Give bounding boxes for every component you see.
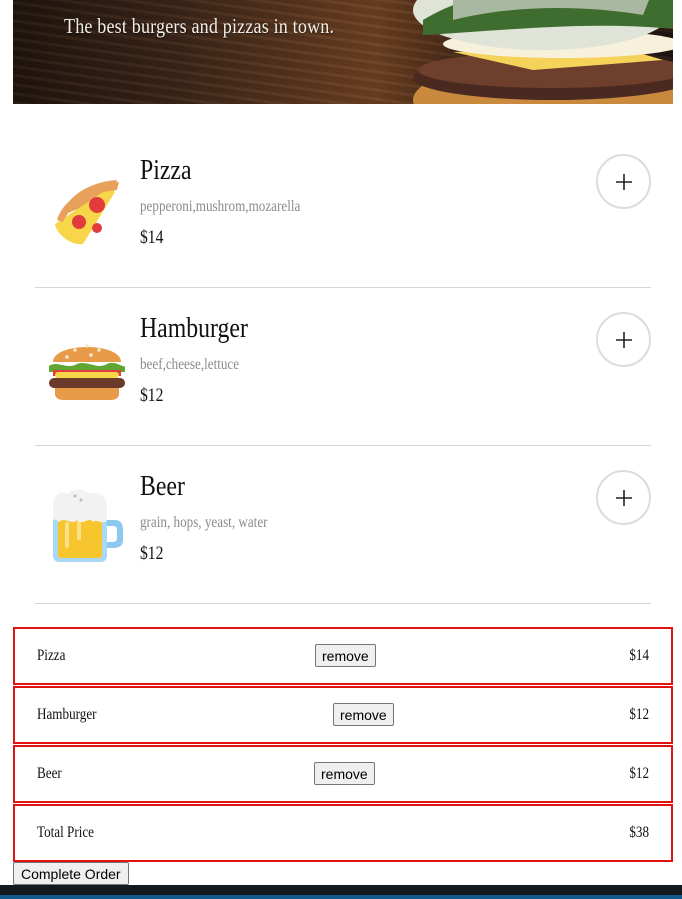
plus-icon bbox=[615, 331, 632, 348]
cart-item-price: $12 bbox=[629, 706, 649, 723]
hero-subtitle: The best burgers and pizzas in town. bbox=[64, 14, 335, 38]
menu-item-price: $12 bbox=[140, 543, 164, 564]
menu-item-description: grain, hops, yeast, water bbox=[140, 514, 268, 531]
remove-pizza-button[interactable]: remove bbox=[315, 644, 376, 667]
total-price-label: Total Price bbox=[37, 824, 95, 841]
menu-item-name: Hamburger bbox=[140, 312, 248, 344]
hero-burger-image bbox=[413, 0, 673, 104]
add-beer-button[interactable] bbox=[596, 470, 651, 525]
menu-item-name: Beer bbox=[140, 470, 185, 502]
beer-mug-icon bbox=[53, 489, 123, 562]
menu-item-hamburger: Hamburger beef,cheese,lettuce $12 bbox=[35, 288, 651, 446]
add-hamburger-button[interactable] bbox=[596, 312, 651, 367]
menu-item-price: $14 bbox=[140, 227, 164, 248]
add-pizza-button[interactable] bbox=[596, 154, 651, 209]
footer-accent bbox=[0, 895, 682, 899]
cart-item-price: $14 bbox=[629, 647, 649, 664]
pizza-icon bbox=[55, 180, 119, 245]
cart-row-hamburger: Hamburger remove $12 bbox=[13, 686, 673, 744]
total-price-value: $38 bbox=[629, 824, 649, 841]
cart-row-pizza: Pizza remove $14 bbox=[13, 627, 673, 685]
cart-total-row: Total Price $38 bbox=[13, 804, 673, 862]
complete-order-button[interactable]: Complete Order bbox=[13, 862, 129, 885]
cart-item-name: Beer bbox=[37, 765, 62, 782]
plus-icon bbox=[615, 173, 632, 190]
menu-item-description: pepperoni,mushrom,mozarella bbox=[140, 198, 301, 215]
plus-icon bbox=[615, 489, 632, 506]
menu-item-pizza: Pizza pepperoni,mushrom,mozarella $14 bbox=[35, 130, 651, 288]
menu-item-beer: Beer grain, hops, yeast, water $12 bbox=[35, 446, 651, 604]
menu-item-name: Pizza bbox=[140, 154, 192, 186]
cart-row-beer: Beer remove $12 bbox=[13, 745, 673, 803]
cart-item-price: $12 bbox=[629, 765, 649, 782]
menu-item-description: beef,cheese,lettuce bbox=[140, 356, 240, 373]
cart-item-name: Hamburger bbox=[37, 706, 97, 723]
remove-hamburger-button[interactable]: remove bbox=[333, 703, 394, 726]
footer-bar bbox=[0, 885, 682, 899]
menu-item-price: $12 bbox=[140, 385, 164, 406]
cart-item-name: Pizza bbox=[37, 647, 66, 664]
remove-beer-button[interactable]: remove bbox=[314, 762, 375, 785]
hero-banner: The best burgers and pizzas in town. bbox=[13, 0, 673, 104]
hamburger-icon bbox=[49, 344, 125, 400]
